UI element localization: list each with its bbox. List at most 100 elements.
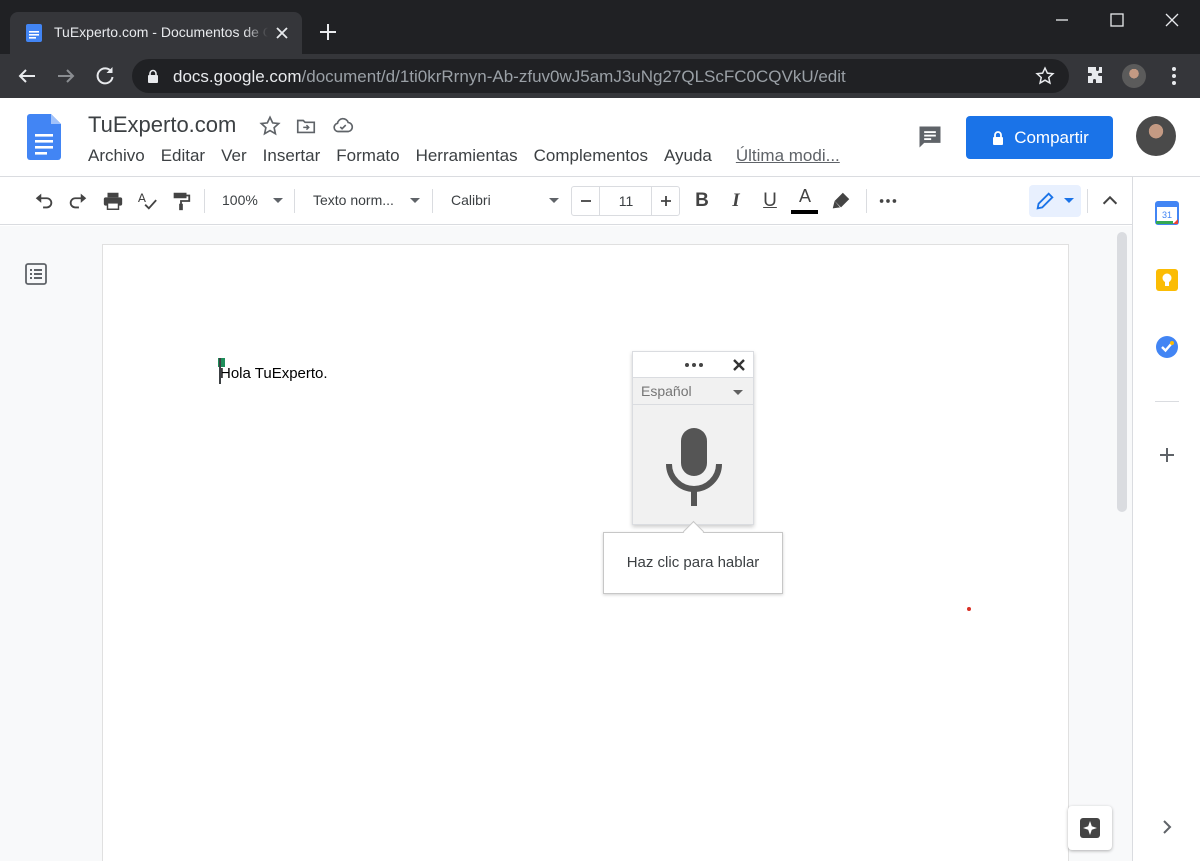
calendar-icon[interactable]: 31 — [1155, 201, 1179, 225]
url-path: /document/d/1ti0krRrnyn-Ab-zfuv0wJ5amJ3u… — [301, 67, 846, 86]
side-panel-divider — [1155, 401, 1179, 402]
red-dot-marker — [967, 607, 971, 611]
voice-typing-panel: Español — [632, 351, 754, 525]
docs-header: TuExperto.com Archivo Editar Ver Inserta… — [0, 98, 1200, 177]
italic-button[interactable]: I — [724, 189, 748, 213]
cloud-saved-icon[interactable] — [332, 115, 354, 137]
language-value: Español — [641, 383, 692, 399]
chevron-right-icon[interactable] — [1155, 815, 1179, 839]
tasks-icon[interactable] — [1155, 335, 1179, 359]
paragraph-style-select[interactable]: Texto norm... — [313, 192, 394, 208]
style-caret-icon — [410, 198, 420, 203]
text-color-button[interactable]: A — [793, 186, 817, 206]
svg-text:A: A — [138, 191, 147, 205]
maximize-icon[interactable] — [1105, 8, 1129, 32]
menu-ver[interactable]: Ver — [213, 146, 255, 168]
language-select[interactable]: Español — [633, 379, 753, 405]
font-caret-icon — [549, 198, 559, 203]
side-panel: 31 — [1132, 177, 1200, 861]
browser-navbar: docs.google.com/document/d/1ti0krRrnyn-A… — [0, 54, 1200, 98]
paint-format-icon[interactable] — [169, 189, 193, 213]
font-size-control: 11 — [571, 186, 680, 216]
lock-icon[interactable] — [146, 69, 160, 83]
url-text: docs.google.com/document/d/1ti0krRrnyn-A… — [173, 67, 846, 87]
menu-archivo[interactable]: Archivo — [80, 146, 153, 168]
toolbar-divider — [1087, 189, 1088, 213]
document-title[interactable]: TuExperto.com — [88, 112, 236, 138]
voice-typing-tooltip: Haz clic para hablar — [603, 532, 783, 594]
menu-ayuda[interactable]: Ayuda — [656, 146, 720, 168]
lock-icon — [993, 130, 1004, 145]
docs-toolbar: A 100% Texto norm... Calibri 11 B I U A — [0, 177, 1132, 225]
profile-avatar[interactable] — [1122, 64, 1146, 88]
document-outline-icon[interactable] — [24, 262, 48, 286]
microphone-icon[interactable] — [664, 428, 724, 506]
account-avatar[interactable] — [1136, 116, 1176, 156]
menu-editar[interactable]: Editar — [153, 146, 213, 168]
tab-close-icon[interactable] — [272, 23, 292, 43]
more-options-icon[interactable] — [876, 189, 900, 213]
font-size-decrease-button[interactable] — [572, 187, 600, 215]
chevron-down-icon — [733, 390, 743, 395]
tab-title: TuExperto.com - Documentos de Google — [54, 24, 268, 40]
calendar-day: 31 — [1162, 210, 1172, 220]
editing-mode-button[interactable] — [1029, 185, 1081, 217]
browser-tab[interactable]: TuExperto.com - Documentos de Google — [10, 12, 302, 54]
share-label: Compartir — [1014, 127, 1089, 147]
zoom-caret-icon — [273, 198, 283, 203]
reload-icon[interactable] — [93, 64, 117, 88]
window-close-icon[interactable] — [1160, 8, 1184, 32]
undo-icon[interactable] — [32, 189, 56, 213]
menu-complementos[interactable]: Complementos — [526, 146, 656, 168]
address-bar[interactable]: docs.google.com/document/d/1ti0krRrnyn-A… — [132, 59, 1069, 93]
new-tab-icon[interactable] — [316, 20, 340, 44]
toolbar-divider — [432, 189, 433, 213]
text-color-swatch — [791, 210, 818, 214]
menu-insertar[interactable]: Insertar — [255, 146, 329, 168]
spellcheck-icon[interactable]: A — [135, 189, 159, 213]
font-select[interactable]: Calibri — [451, 192, 491, 208]
toolbar-divider — [866, 189, 867, 213]
document-page[interactable]: Hola TuExperto. — [102, 244, 1069, 861]
move-folder-icon[interactable] — [295, 115, 317, 137]
docs-favicon-icon — [24, 23, 44, 43]
print-icon[interactable] — [101, 189, 125, 213]
highlight-icon[interactable] — [829, 189, 853, 213]
url-host: docs.google.com — [173, 67, 302, 86]
add-icon[interactable] — [1155, 443, 1179, 467]
underline-button[interactable]: U — [758, 189, 782, 213]
vertical-scrollbar[interactable] — [1117, 232, 1127, 512]
explore-icon — [1080, 818, 1100, 838]
explore-button[interactable] — [1068, 806, 1112, 850]
collapse-toolbar-icon[interactable] — [1098, 189, 1122, 213]
docs-logo-icon[interactable] — [27, 114, 61, 160]
menu-formato[interactable]: Formato — [328, 146, 407, 168]
browser-menu-icon[interactable] — [1162, 64, 1186, 88]
document-canvas: Hola TuExperto. — [0, 226, 1132, 861]
redo-icon[interactable] — [66, 189, 90, 213]
close-icon[interactable] — [731, 357, 747, 373]
last-edit-link[interactable]: Última modi... — [728, 146, 848, 168]
zoom-select[interactable]: 100% — [222, 192, 258, 208]
extensions-icon[interactable] — [1083, 64, 1107, 88]
back-icon[interactable] — [15, 64, 39, 88]
font-size-input[interactable]: 11 — [601, 187, 651, 215]
keep-icon[interactable] — [1155, 268, 1179, 292]
forward-icon[interactable] — [54, 64, 78, 88]
pencil-icon — [1034, 190, 1056, 212]
comment-history-icon[interactable] — [916, 123, 944, 151]
menu-herramientas[interactable]: Herramientas — [408, 146, 526, 168]
font-size-increase-button[interactable] — [651, 187, 679, 215]
bookmark-star-icon[interactable] — [1035, 66, 1055, 86]
docs-menubar: Archivo Editar Ver Insertar Formato Herr… — [80, 146, 848, 168]
minimize-icon[interactable] — [1050, 8, 1074, 32]
share-button[interactable]: Compartir — [966, 116, 1113, 159]
chevron-down-icon — [1064, 198, 1074, 203]
star-icon[interactable] — [259, 115, 281, 137]
voice-typing-header — [633, 352, 753, 378]
bold-button[interactable]: B — [690, 189, 714, 213]
toolbar-divider — [294, 189, 295, 213]
document-body-text[interactable]: Hola TuExperto. — [220, 365, 328, 382]
browser-titlebar: TuExperto.com - Documentos de Google — [0, 0, 1200, 54]
more-icon[interactable] — [683, 357, 705, 373]
